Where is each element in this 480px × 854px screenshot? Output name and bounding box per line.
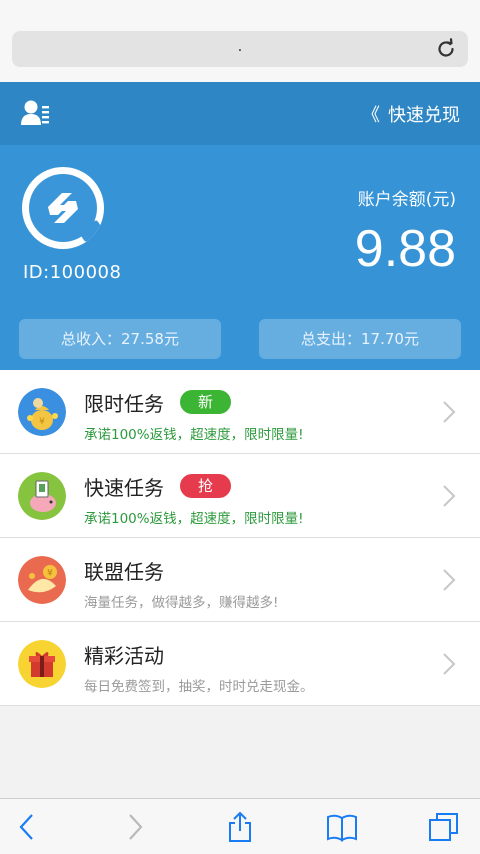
task-title: 精彩活动	[84, 644, 164, 668]
task-title: 联盟任务	[84, 560, 164, 584]
task-title: 快速任务	[84, 476, 164, 500]
balance-value: 9.88	[354, 220, 456, 278]
fish-coin-icon: ¥	[18, 556, 66, 604]
task-subtitle: 海量任务，做得越多，赚得越多!	[84, 595, 279, 611]
balance-label: 账户余额(元)	[357, 190, 456, 210]
task-item-activity[interactable]: 精彩活动 每日免费签到，抽奖，时时兑走现金。	[0, 622, 480, 706]
user-id: ID:100008	[23, 262, 122, 283]
chevron-right-icon	[443, 401, 456, 423]
fast-withdraw-link[interactable]: 《快速兑现	[362, 101, 460, 127]
double-left-arrow-icon: 《	[362, 105, 380, 126]
chevron-right-icon[interactable]	[118, 811, 150, 843]
share-icon[interactable]	[224, 811, 256, 843]
app-header: 《快速兑现	[0, 82, 480, 145]
fast-withdraw-label: 快速兑现	[388, 105, 460, 126]
piggy-bank-icon	[18, 472, 66, 520]
book-icon[interactable]	[326, 811, 358, 843]
task-list: ¥ 限时任务 新 承诺100%返钱，超速度，限时限量! 快速任务 抢 承诺100…	[0, 370, 480, 706]
svg-text:¥: ¥	[39, 417, 45, 427]
user-list-icon[interactable]	[20, 98, 50, 128]
chevron-right-icon	[443, 485, 456, 507]
browser-top-bar: .	[0, 0, 480, 82]
account-panel: ID:100008 账户余额(元) 9.88 总收入：27.58元 总支出：17…	[0, 145, 480, 370]
gift-box-icon	[18, 640, 66, 688]
tabs-icon[interactable]	[428, 811, 460, 843]
task-subtitle: 承诺100%返钱，超速度，限时限量!	[84, 511, 304, 527]
chevron-right-icon	[443, 569, 456, 591]
task-item-fast[interactable]: 快速任务 抢 承诺100%返钱，超速度，限时限量!	[0, 454, 480, 538]
address-text: .	[237, 39, 243, 55]
browser-bottom-toolbar	[0, 798, 480, 854]
money-bag-coins-icon: ¥	[18, 388, 66, 436]
new-badge: 新	[180, 390, 232, 414]
total-expense-box[interactable]: 总支出：17.70元	[259, 319, 461, 359]
app-logo	[22, 167, 104, 249]
task-subtitle: 承诺100%返钱，超速度，限时限量!	[84, 427, 304, 443]
task-item-alliance[interactable]: ¥ 联盟任务 海量任务，做得越多，赚得越多!	[0, 538, 480, 622]
task-subtitle: 每日免费签到，抽奖，时时兑走现金。	[84, 679, 314, 695]
svg-text:¥: ¥	[47, 569, 53, 579]
chevron-right-icon	[443, 653, 456, 675]
chevron-left-icon[interactable]	[12, 811, 44, 843]
reload-icon[interactable]	[434, 37, 458, 61]
address-bar[interactable]: .	[12, 31, 468, 67]
task-item-limited[interactable]: ¥ 限时任务 新 承诺100%返钱，超速度，限时限量!	[0, 370, 480, 454]
task-title: 限时任务	[84, 392, 164, 416]
total-income-box[interactable]: 总收入：27.58元	[19, 319, 221, 359]
grab-badge: 抢	[180, 474, 232, 498]
